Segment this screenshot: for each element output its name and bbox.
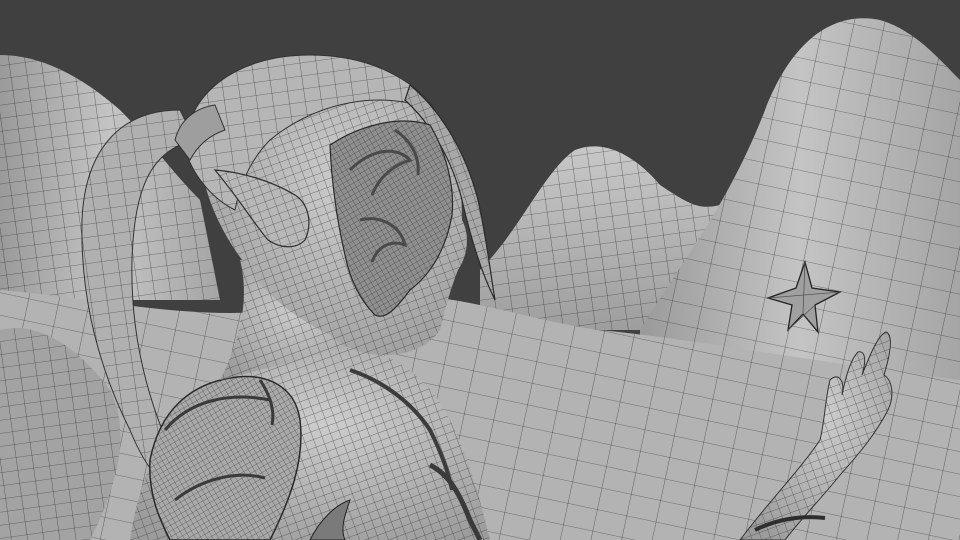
3d-viewport[interactable] [0, 0, 960, 540]
wireframe-render [0, 0, 960, 540]
